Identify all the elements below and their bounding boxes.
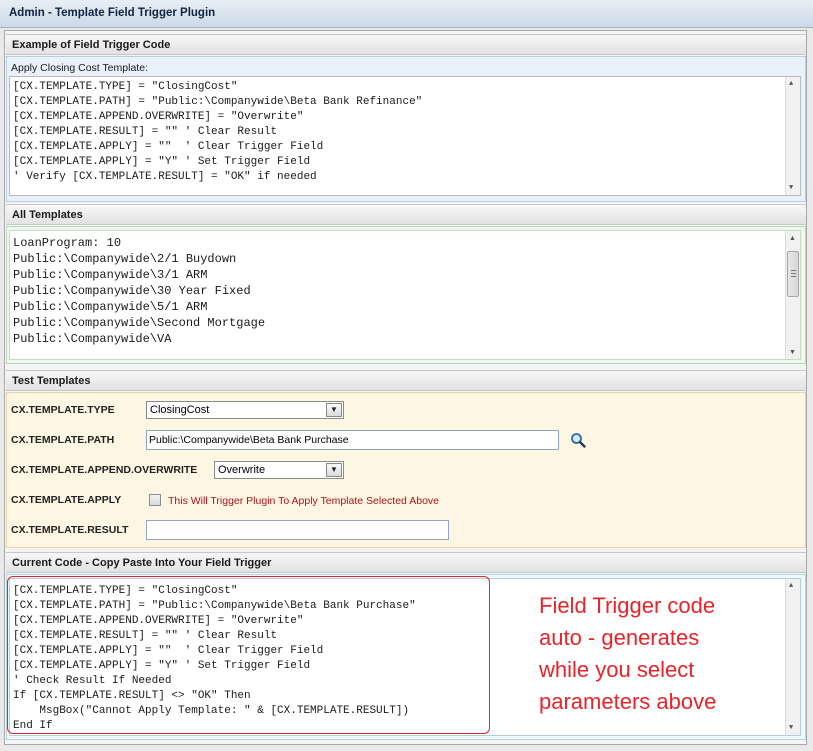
example-code-textarea[interactable]: [CX.TEMPLATE.TYPE] = "ClosingCost" [CX.T…	[9, 76, 801, 196]
path-input-value: Public:\Companywide\Beta Bank Purchase	[149, 434, 349, 446]
highlight-frame	[7, 576, 490, 734]
path-input[interactable]: Public:\Companywide\Beta Bank Purchase	[146, 430, 559, 450]
test-heading: Test Templates	[12, 375, 91, 387]
append-label: CX.TEMPLATE.APPEND.OVERWRITE	[11, 464, 198, 476]
example-code-text: [CX.TEMPLATE.TYPE] = "ClosingCost" [CX.T…	[13, 81, 423, 183]
append-select[interactable]: Overwrite ▼	[214, 461, 344, 479]
apply-label: CX.TEMPLATE.APPLY	[11, 494, 122, 506]
path-label: CX.TEMPLATE.PATH	[11, 434, 115, 446]
type-select[interactable]: ClosingCost ▼	[146, 401, 344, 419]
result-input[interactable]	[146, 520, 449, 540]
example-section-header: Example of Field Trigger Code	[6, 34, 806, 55]
annotation-callout: Field Trigger code auto - generates whil…	[539, 593, 717, 714]
all-templates-heading: All Templates	[12, 209, 83, 221]
result-label: CX.TEMPLATE.RESULT	[11, 524, 129, 536]
all-templates-text: LoanProgram: 10 Public:\Companywide\2/1 …	[13, 236, 266, 346]
scroll-up-icon[interactable]: ▲	[789, 80, 793, 88]
chevron-down-icon[interactable]: ▼	[326, 463, 342, 477]
current-section-header: Current Code - Copy Paste Into Your Fiel…	[6, 552, 806, 573]
example-scrollbar[interactable]: ▲ ▼	[785, 77, 800, 195]
chevron-down-icon[interactable]: ▼	[326, 403, 342, 417]
scroll-down-icon[interactable]: ▼	[789, 184, 793, 192]
all-templates-scrollbar[interactable]: ▲ ▼	[785, 231, 800, 359]
type-label: CX.TEMPLATE.TYPE	[11, 404, 115, 416]
apply-description: This Will Trigger Plugin To Apply Templa…	[168, 495, 440, 507]
scroll-up-icon[interactable]: ▲	[789, 234, 796, 242]
scroll-down-icon[interactable]: ▼	[789, 348, 796, 356]
apply-checkbox[interactable]	[149, 494, 161, 506]
type-select-value: ClosingCost	[150, 404, 210, 416]
scroll-up-icon[interactable]: ▲	[789, 582, 793, 590]
scroll-thumb[interactable]	[787, 251, 799, 297]
append-select-value: Overwrite	[218, 464, 266, 476]
all-templates-section-header: All Templates	[6, 204, 806, 225]
example-sublabel: Apply Closing Cost Template:	[11, 62, 148, 74]
test-section-header: Test Templates	[6, 370, 806, 391]
current-heading: Current Code - Copy Paste Into Your Fiel…	[12, 557, 272, 569]
window-title: Admin - Template Field Trigger Plugin	[9, 7, 216, 19]
title-bar: Admin - Template Field Trigger Plugin	[0, 0, 813, 28]
all-templates-textarea[interactable]: LoanProgram: 10 Public:\Companywide\2/1 …	[9, 230, 801, 360]
example-heading: Example of Field Trigger Code	[12, 39, 171, 51]
magnifier-icon[interactable]	[570, 432, 586, 448]
current-scrollbar[interactable]: ▲ ▼	[785, 579, 800, 735]
scroll-down-icon[interactable]: ▼	[789, 724, 793, 732]
